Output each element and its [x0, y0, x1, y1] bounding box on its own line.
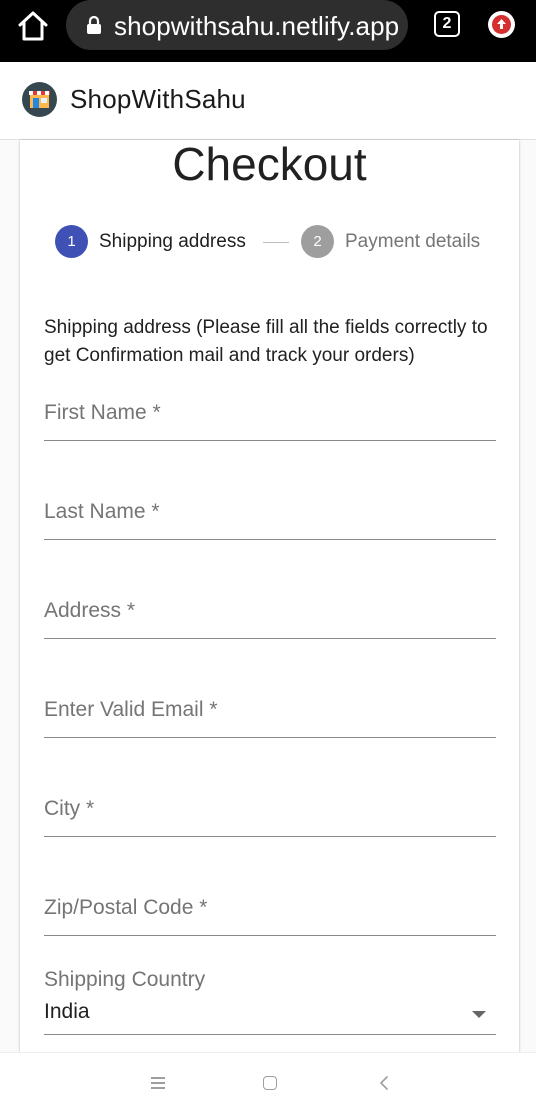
- app-header: ShopWithSahu: [0, 62, 536, 140]
- update-icon[interactable]: [488, 11, 515, 38]
- city-label: City *: [44, 797, 95, 820]
- brand-name[interactable]: ShopWithSahu: [70, 84, 246, 115]
- step-connector: [263, 242, 289, 243]
- field-underline: [44, 539, 496, 540]
- step-2-label: Payment details: [345, 231, 481, 252]
- system-navigation-bar: [0, 1052, 536, 1115]
- checkout-card: Checkout 1 Shipping address 2 Payment de…: [20, 140, 519, 1052]
- field-underline: [44, 935, 496, 936]
- address-label: Address *: [44, 599, 136, 622]
- field-underline: [44, 737, 496, 738]
- city-field[interactable]: City *: [44, 791, 496, 837]
- home-square-icon[interactable]: [263, 1076, 277, 1090]
- step-2-indicator: 2: [301, 225, 334, 258]
- back-icon[interactable]: [378, 1075, 390, 1091]
- field-underline: [44, 1034, 496, 1035]
- zip-code-field[interactable]: Zip/Postal Code *: [44, 890, 496, 936]
- tabs-button[interactable]: 2: [434, 11, 460, 37]
- shipping-country-select[interactable]: Shipping Country India: [44, 965, 496, 1035]
- field-underline: [44, 836, 496, 837]
- address-bar[interactable]: shopwithsahu.netlify.app: [66, 0, 408, 50]
- last-name-label: Last Name *: [44, 500, 160, 523]
- dropdown-arrow-icon[interactable]: [472, 1011, 486, 1018]
- shipping-country-label: Shipping Country: [44, 968, 206, 991]
- menu-icon[interactable]: [151, 1077, 165, 1089]
- first-name-field[interactable]: First Name *: [44, 395, 496, 441]
- shipping-country-value: India: [44, 1000, 90, 1023]
- zip-code-label: Zip/Postal Code *: [44, 896, 208, 919]
- url-text: shopwithsahu.netlify.app: [114, 11, 400, 41]
- browser-toolbar: shopwithsahu.netlify.app 2: [0, 0, 536, 62]
- address-field[interactable]: Address *: [44, 593, 496, 639]
- last-name-field[interactable]: Last Name *: [44, 494, 496, 540]
- storefront-icon[interactable]: [22, 82, 57, 117]
- field-underline: [44, 638, 496, 639]
- email-label: Enter Valid Email *: [44, 698, 218, 721]
- step-1-label: Shipping address: [99, 231, 246, 252]
- lock-icon: [86, 15, 102, 35]
- email-field[interactable]: Enter Valid Email *: [44, 692, 496, 738]
- page-title: Checkout: [172, 138, 367, 190]
- home-icon[interactable]: [16, 10, 50, 42]
- shipping-instructions: Shipping address (Please fill all the fi…: [44, 317, 488, 366]
- step-1-indicator: 1: [55, 225, 88, 258]
- field-underline: [44, 440, 496, 441]
- first-name-label: First Name *: [44, 401, 161, 424]
